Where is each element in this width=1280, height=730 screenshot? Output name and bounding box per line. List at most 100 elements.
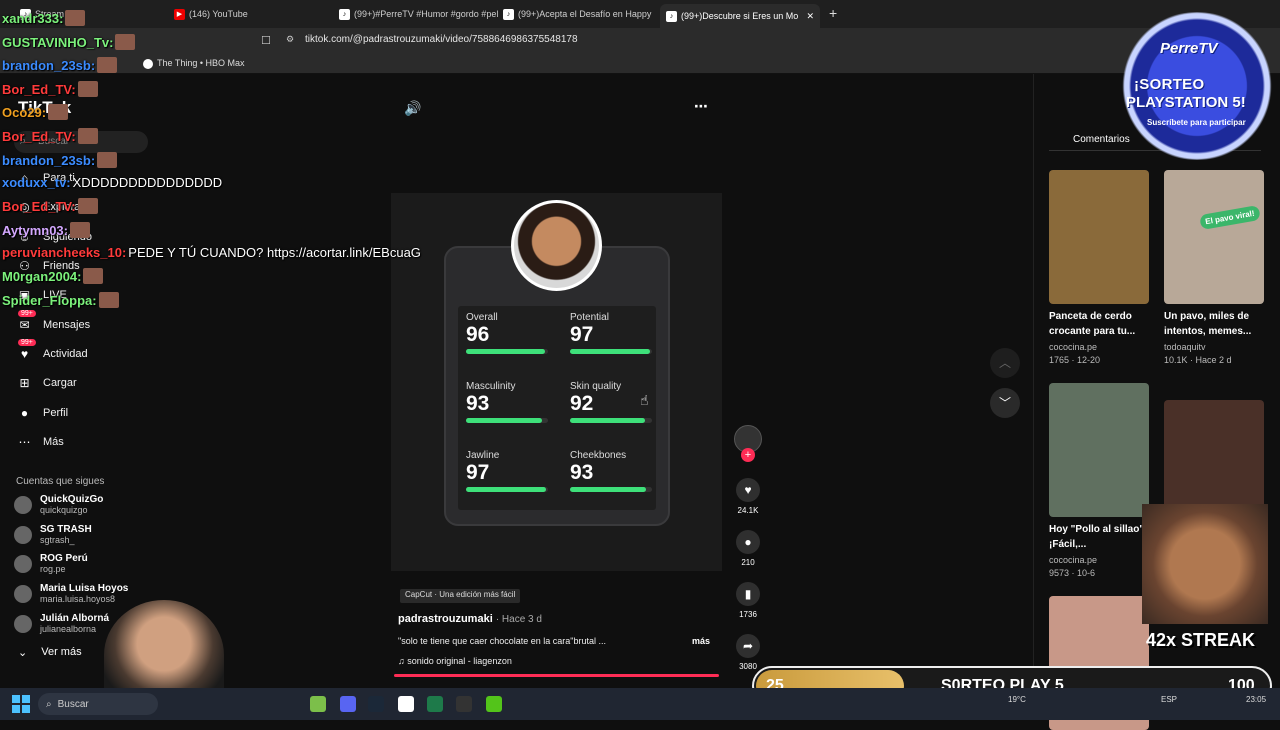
video-author[interactable]: todoaquitv [1164,342,1206,352]
stat-jawline: Jawline 97 [466,450,556,492]
capcut-tag[interactable]: CapCut · Una edición más fácil [400,589,521,603]
giveaway-brand: PerreTV [1160,40,1218,57]
account-name: SG TRASH [40,524,92,535]
clock[interactable]: 23:05 [1246,695,1266,704]
chat-message: brandon_23sb: [2,57,118,73]
emote-icon [97,152,118,168]
video-title[interactable]: Un pavo, miles de intentos, memes... [1164,309,1268,339]
address-bar[interactable] [0,28,1280,52]
chat-message: xoduxx_tv: XDDDDDDDDDDDDDDD [2,175,222,190]
like-button[interactable]: ♥ 24.1K [736,478,760,515]
discord-icon[interactable] [340,696,356,712]
emote-icon [65,10,86,26]
language-indicator[interactable]: ESP [1161,695,1177,704]
sidebar-item-perfil[interactable]: ● Perfil [16,404,68,421]
avatar [14,615,32,633]
taskbar-search[interactable]: ⌕ Buscar [38,693,158,715]
next-video-button[interactable]: ﹀ [990,388,1020,418]
new-tab-button[interactable]: + [829,5,837,21]
chat-message: Aytymn03: [2,222,90,238]
emote-icon [77,128,98,144]
following-heading: Cuentas que sigues [16,476,105,487]
follow-plus-icon[interactable]: + [741,448,755,462]
account-name: ROG Perú [40,553,88,564]
stat-value: 97 [570,323,594,346]
sidebar-item-más[interactable]: ⋯ Más [16,433,64,450]
tab-label: (99+)Descubre si Eres un Mo [681,11,799,21]
site-info-icon[interactable]: ⚙ [286,34,294,45]
author-name[interactable]: padrastrouzumaki [398,613,493,625]
tab-comments[interactable]: Comentarios [1073,134,1130,145]
volume-icon[interactable]: 🔊 [404,100,421,117]
chat-message: Bor_Ed_TV: [2,81,98,97]
previous-video-button[interactable]: ︿ [990,348,1020,378]
chat-message: M0rgan2004: [2,268,104,284]
following-account[interactable]: ROG Perú rog.pe [14,553,88,575]
chat-message: peruviancheeks_10: PEDE Y TÚ CUANDO? http… [2,245,421,260]
sidebar-item-cargar[interactable]: ⊞ Cargar [16,374,76,391]
following-account[interactable]: Julián Alborná julianealborna [14,613,109,635]
stat-potential: Potential 97 [570,312,660,354]
save-button[interactable]: ▮ 1736 [736,582,760,619]
browser-tab[interactable]: ▶ (146) YouTube [174,4,334,24]
see-more-button[interactable]: ⌄ Ver más [18,646,82,659]
sound-link[interactable]: ♫ sonido original - liagenzon [398,656,512,666]
chat-message: Bor_Ed_TV: [2,128,98,144]
stat-value: 93 [466,392,490,415]
app-u-icon[interactable] [398,696,414,712]
url-text[interactable]: tiktok.com/@padrastrouzumaki/video/75886… [305,34,578,45]
video-author[interactable]: cococina.pe [1049,555,1097,565]
stat-value: 97 [466,461,490,484]
more-options-icon[interactable]: ⋯ [694,98,708,115]
chat-username: M0rgan2004: [2,268,82,284]
video-author[interactable]: cococina.pe [1049,342,1097,352]
taskbar-app-icon[interactable] [310,696,326,712]
chat-text: PEDE Y TÚ CUANDO? https://acortar.link/E… [128,245,421,260]
comment-icon: ● [736,530,760,554]
like-count: 24.1K [737,506,759,515]
app-chart-icon[interactable] [427,696,443,712]
sidebar-item-actividad[interactable]: ♥ 99+ Actividad [16,339,88,362]
video-thumbnail[interactable]: El pavo viral! [1164,170,1264,304]
chat-message: Oco29: [2,104,69,120]
activity-icon: ♥ 99+ [16,339,36,362]
following-account[interactable]: SG TRASH sgtrash_ [14,524,92,546]
emote-icon [69,222,90,238]
save-count: 1736 [739,610,757,619]
chat-username: Bor_Ed_TV: [2,128,76,144]
stat-bar-fill [570,487,647,492]
steam-icon[interactable] [368,696,384,712]
close-tab-icon[interactable]: ✕ [806,11,814,22]
comment-button[interactable]: ● 210 [736,530,760,567]
search-icon: ⌕ [46,698,52,710]
browser-tab[interactable]: ♪ (99+)Acepta el Desafío en Happy & [503,4,653,24]
video-title[interactable]: Panceta de cerdo crocante para tu... [1049,309,1153,339]
video-thumbnail[interactable] [1049,383,1149,517]
giveaway-line1: ¡SORTEO [1134,76,1205,93]
video-meta: 9573 · 10-6 [1049,568,1096,578]
weather-text[interactable]: 19°C [1008,695,1026,704]
creator-face-image [511,200,602,291]
stat-bar-fill [466,349,545,354]
obs-icon[interactable] [456,696,472,712]
following-account[interactable]: QuickQuizGo quickquizgo [14,494,103,516]
stat-label: Overall [466,312,498,323]
video-thumbnail[interactable] [1049,170,1149,304]
stat-bar [570,418,652,423]
bookmark-icon[interactable]: ☐ [261,34,271,47]
windows-start-icon[interactable] [12,695,30,713]
emote-icon [77,81,98,97]
app-play-icon[interactable] [486,696,502,712]
caption-more-button[interactable]: más [692,636,710,646]
bookmark-hbo[interactable]: The Thing • HBO Max [143,58,245,69]
tiktok-icon: ♪ [339,8,350,20]
following-account[interactable]: Maria Luisa Hoyos maria.luisa.hoyos8 [14,583,128,605]
bookmark-icon: ▮ [736,582,760,606]
video-title[interactable]: Hoy "Pollo al sillao". ¡Fácil,... [1049,522,1153,552]
video-progress-bar[interactable] [394,674,719,677]
video-author[interactable]: padrastrouzumaki · Hace 3 d [398,613,542,625]
browser-tab[interactable]: ♪ (99+)#PerreTV #Humor #gordo #pel [339,4,499,24]
share-button[interactable]: ➦ 3080 [736,634,760,671]
sidebar-item-mensajes[interactable]: ✉ 99+ Mensajes [16,310,90,333]
browser-tab[interactable]: ♪ (99+)Descubre si Eres un Mo ✕ [660,4,820,28]
